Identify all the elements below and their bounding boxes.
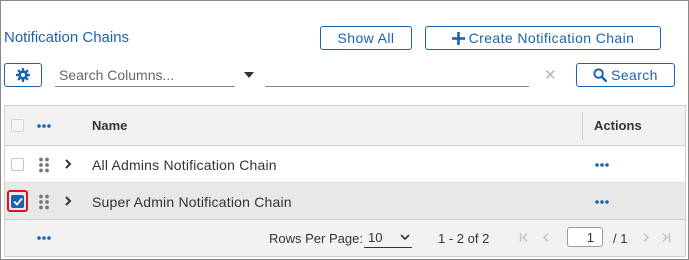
chain-name: All Admins Notification Chain [92,157,277,173]
gear-icon [16,68,30,82]
first-page-icon[interactable] [519,232,529,243]
drag-handle-icon[interactable] [38,157,50,173]
plus-icon [451,31,465,45]
footer-options-icon[interactable] [37,236,51,240]
drag-handle-icon[interactable] [38,194,50,210]
close-icon[interactable]: ✕ [544,66,557,84]
grid-footer: Rows Per Page: 10 1 - 2 of 2 / 1 [5,220,685,256]
create-notification-chain-button[interactable]: Create Notification Chain [425,26,661,50]
table-row[interactable]: Super Admin Notification Chain [5,183,685,220]
table-row[interactable]: All Admins Notification Chain [5,146,685,183]
previous-page-icon[interactable] [541,232,551,243]
select-all-checkbox[interactable] [11,119,24,132]
column-header-actions: Actions [594,118,642,133]
page-title: Notification Chains [4,29,130,46]
caret-down-icon[interactable] [243,70,255,80]
create-notification-chain-label: Create Notification Chain [468,30,635,46]
search-value-input[interactable] [265,63,529,87]
show-all-button[interactable]: Show All [320,26,412,50]
row-checkbox-checked[interactable] [11,195,24,208]
search-button[interactable]: Search [576,63,675,87]
rows-per-page-value: 10 [368,230,383,245]
rows-per-page-select[interactable]: 10 [364,228,412,248]
column-header-name[interactable]: Name [92,118,127,133]
row-checkbox[interactable] [11,158,24,171]
rows-per-page-label: Rows Per Page: [269,231,363,246]
next-page-icon[interactable] [641,232,651,243]
settings-button[interactable] [4,63,42,87]
column-options-icon[interactable] [37,124,51,128]
column-divider [582,112,583,140]
chevron-right-icon[interactable] [64,195,72,207]
search-button-label: Search [611,67,658,83]
show-all-label: Show All [337,30,395,46]
magnifier-icon [593,68,608,82]
pagination-range: 1 - 2 of 2 [438,231,490,246]
current-page-input[interactable] [567,227,603,247]
search-columns-input[interactable] [55,63,235,87]
row-actions-icon[interactable] [595,200,609,204]
selection-highlight [7,190,28,212]
grid-header-row: Name Actions [5,106,685,146]
chain-name: Super Admin Notification Chain [92,194,292,210]
check-icon [12,197,23,206]
row-actions-icon[interactable] [595,163,609,167]
last-page-icon[interactable] [661,232,671,243]
total-pages: / 1 [613,231,628,246]
chevron-down-icon [400,234,410,241]
notification-chains-grid: Name Actions All Admins Notification Cha… [4,105,686,257]
chevron-right-icon[interactable] [64,158,72,170]
